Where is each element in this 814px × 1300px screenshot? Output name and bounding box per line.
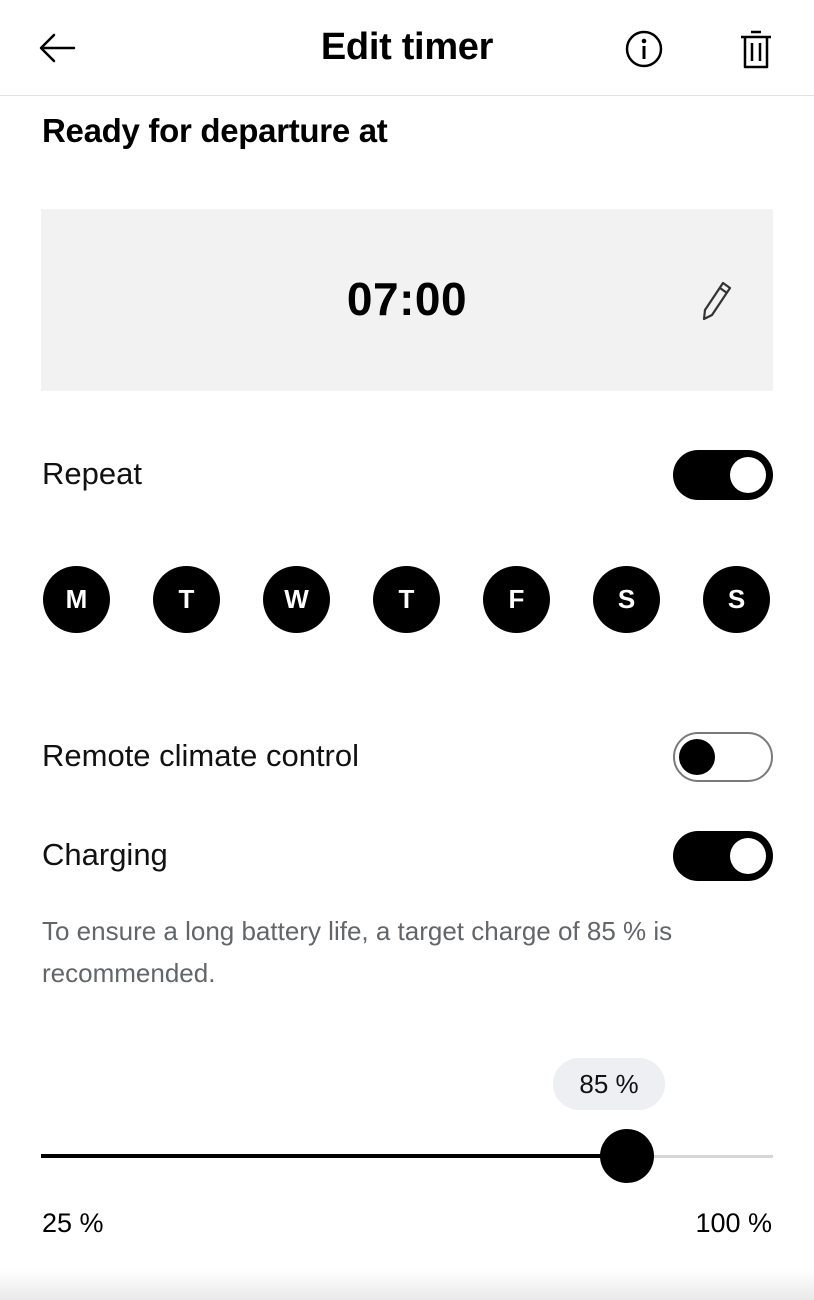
toggle-knob bbox=[730, 838, 766, 874]
top-bar: Edit timer bbox=[0, 0, 814, 96]
climate-toggle[interactable] bbox=[673, 732, 773, 782]
page-title: Edit timer bbox=[320, 26, 494, 68]
charging-label: Charging bbox=[42, 837, 168, 872]
delete-button[interactable] bbox=[738, 28, 774, 70]
bottom-shadow bbox=[0, 1270, 814, 1300]
weekday-button[interactable]: F bbox=[483, 566, 550, 633]
repeat-label: Repeat bbox=[42, 456, 142, 491]
departure-title: Ready for departure at bbox=[42, 112, 388, 149]
charging-hint: To ensure a long battery life, a target … bbox=[42, 916, 673, 988]
weekday-button[interactable]: S bbox=[593, 566, 660, 633]
edit-time-button[interactable] bbox=[696, 279, 734, 323]
charging-toggle[interactable] bbox=[673, 831, 773, 881]
weekday-button[interactable]: W bbox=[263, 566, 330, 633]
weekday-button[interactable]: T bbox=[153, 566, 220, 633]
pencil-icon bbox=[702, 281, 732, 321]
climate-label: Remote climate control bbox=[42, 738, 360, 773]
slider-track-filled[interactable] bbox=[41, 1154, 627, 1158]
toggle-knob bbox=[730, 457, 766, 493]
repeat-toggle[interactable] bbox=[673, 450, 773, 500]
trash-icon bbox=[741, 30, 771, 69]
edit-timer-screen: Edit timer Ready for departure at 07:00 … bbox=[0, 0, 814, 1300]
toggle-knob bbox=[679, 739, 715, 775]
slider-max-label: 100 % bbox=[695, 1208, 772, 1238]
slider-thumb[interactable] bbox=[599, 1129, 654, 1183]
weekday-button[interactable]: T bbox=[373, 566, 440, 633]
target-charge-bubble: 85 % bbox=[553, 1058, 665, 1110]
departure-time[interactable]: 07:00 bbox=[0, 272, 814, 326]
weekday-button[interactable]: M bbox=[43, 566, 110, 633]
weekday-button[interactable]: S bbox=[703, 566, 770, 633]
info-button[interactable] bbox=[624, 29, 664, 69]
info-icon bbox=[625, 30, 663, 68]
slider-min-label: 25 % bbox=[42, 1208, 104, 1238]
